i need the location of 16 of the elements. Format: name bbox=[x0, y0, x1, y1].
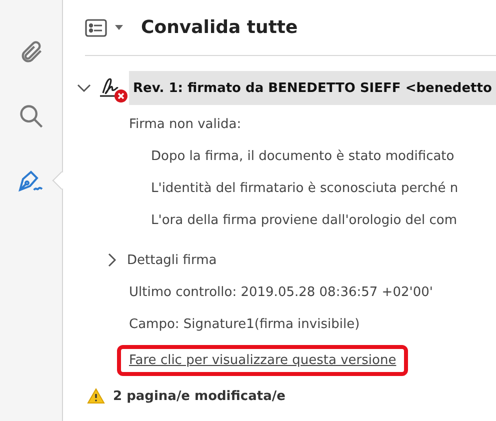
reason-text: Dopo la firma, il documento è stato modificato bbox=[151, 148, 454, 164]
reason-text: L'identità del firmatario è sconosciuta perché n bbox=[151, 180, 458, 196]
list-view-icon[interactable] bbox=[85, 18, 107, 36]
view-version-link[interactable]: Fare clic per visualizzare questa versione bbox=[117, 344, 408, 376]
warning-icon bbox=[87, 388, 105, 404]
field-text: Campo: Signature1(firma invisibile) bbox=[129, 316, 360, 332]
reason-text: L'ora della firma proviene dall'orologio del com bbox=[151, 212, 458, 228]
warning-text: 2 pagina/e modificata/e bbox=[113, 388, 286, 404]
search-icon bbox=[18, 103, 44, 129]
signature-row[interactable]: Rev. 1: firmato da BENEDETTO SIEFF <benedetto bbox=[129, 71, 496, 105]
status-text: Firma non valida: bbox=[129, 116, 242, 132]
details-label[interactable]: Dettagli firma bbox=[127, 252, 217, 268]
dropdown-caret-icon[interactable] bbox=[115, 25, 123, 30]
last-check-text: Ultimo controllo: 2019.05.28 08:36:57 +02'00' bbox=[129, 284, 433, 300]
panel-title: Convalida tutte bbox=[141, 17, 298, 38]
signature-title: Rev. 1: firmato da BENEDETTO SIEFF <benedetto bbox=[133, 80, 492, 96]
